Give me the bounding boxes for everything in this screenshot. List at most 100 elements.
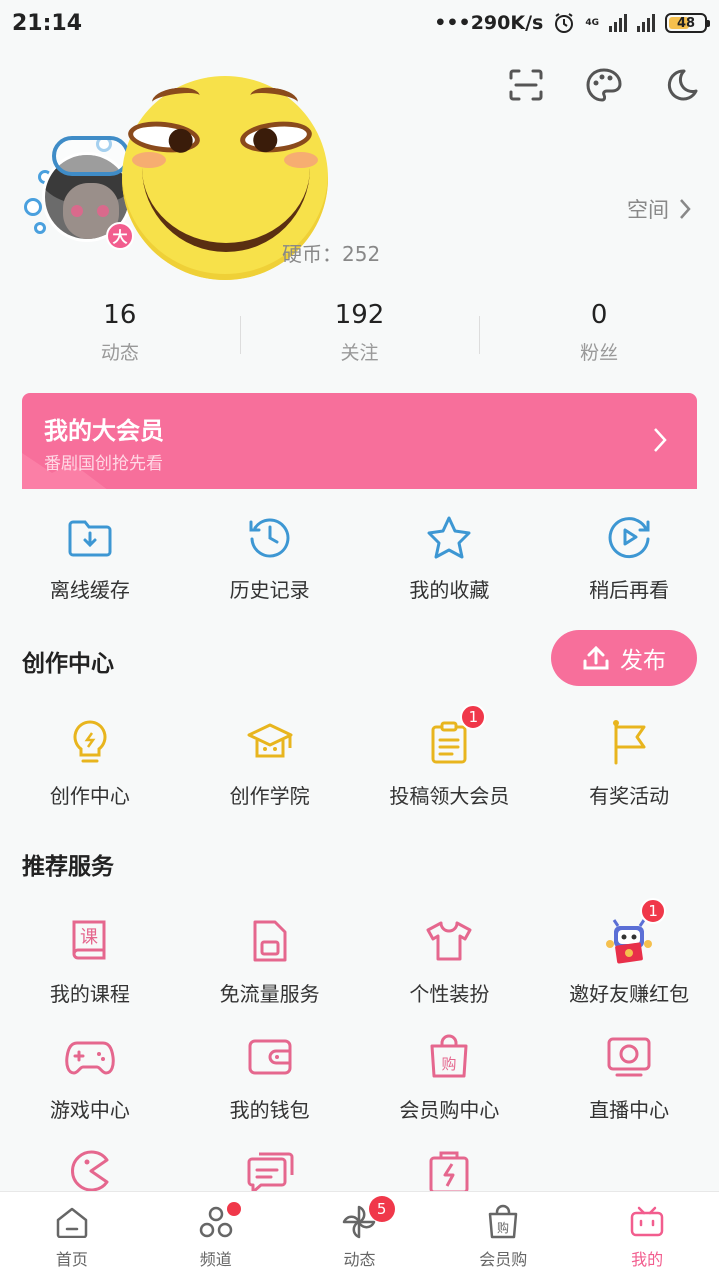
shopping-bag-icon: 购 — [424, 1032, 474, 1082]
sim-card-icon — [245, 916, 295, 966]
status-bar: 21:14 •••290K/s 4G 48 — [0, 0, 719, 46]
nav-me[interactable]: 我的 — [575, 1192, 719, 1279]
flag-icon — [604, 718, 654, 768]
wallet-icon — [245, 1032, 295, 1082]
stat-number: 16 — [103, 300, 137, 330]
my-wallet[interactable]: 我的钱包 — [180, 1032, 360, 1123]
reward-events[interactable]: 有奖活动 — [539, 718, 719, 809]
submit-for-vip[interactable]: 1 投稿领大会员 — [360, 704, 540, 809]
signal-icon — [609, 14, 627, 32]
graduation-cap-icon — [245, 718, 295, 768]
history[interactable]: 历史记录 — [180, 512, 360, 603]
notification-badge: 1 — [460, 704, 487, 730]
battery-level: 48 — [676, 15, 696, 31]
stat-posts[interactable]: 16 动态 — [0, 300, 240, 372]
coin-count: 硬币：252 — [282, 242, 381, 266]
course-glyph: 课 — [80, 927, 98, 948]
nav-vip-shop[interactable]: 购 会员购 — [431, 1192, 575, 1279]
publish-label: 发布 — [620, 648, 666, 674]
notification-badge: 5 — [368, 1196, 395, 1222]
creation-items: 创作中心 创作学院 1 投稿领大会员 有奖活动 — [0, 704, 719, 809]
live-tv-icon — [604, 1032, 654, 1082]
services-section-title: 推荐服务 — [22, 854, 114, 880]
service-label: 邀好友赚红包 — [569, 982, 690, 1006]
vip-badge: 大 — [106, 222, 134, 250]
quick-label: 稍后再看 — [589, 578, 670, 602]
service-partial-2[interactable] — [180, 1148, 360, 1191]
empty-slot — [539, 1148, 719, 1191]
services-row-1: 课 我的课程 免流量服务 个性装扮 1 邀好友赚红包 — [0, 898, 719, 1007]
quick-label: 历史记录 — [229, 578, 310, 602]
home-icon — [54, 1204, 90, 1240]
game-center[interactable]: 游戏中心 — [0, 1032, 180, 1123]
night-mode-icon[interactable] — [661, 64, 703, 106]
network-type: 4G — [585, 17, 599, 28]
lightbulb-icon — [65, 718, 115, 768]
nav-label: 动态 — [343, 1250, 376, 1269]
live-center[interactable]: 直播中心 — [539, 1032, 719, 1123]
vip-title: 我的大会员 — [44, 417, 164, 445]
data-free-service[interactable]: 免流量服务 — [180, 916, 360, 1007]
nav-label: 我的 — [631, 1250, 664, 1269]
mascot-redpacket-icon: 1 — [604, 898, 667, 966]
service-partial-3[interactable] — [360, 1148, 540, 1191]
invite-friends[interactable]: 1 邀好友赚红包 — [539, 898, 719, 1007]
stat-number: 192 — [334, 300, 385, 330]
history-icon — [245, 512, 295, 562]
quick-actions: 离线缓存 历史记录 我的收藏 稍后再看 — [0, 512, 719, 603]
my-courses[interactable]: 课 我的课程 — [0, 916, 180, 1007]
bubble-decoration — [24, 198, 42, 216]
nav-channels[interactable]: 频道 — [144, 1192, 288, 1279]
nav-dynamics[interactable]: 5 动态 — [288, 1192, 432, 1279]
creation-label: 创作中心 — [49, 784, 130, 808]
clipboard-icon: 1 — [424, 704, 487, 768]
divider — [239, 316, 241, 354]
notification-dot — [226, 1202, 241, 1216]
gamepad-icon — [65, 1032, 115, 1082]
personal-theme[interactable]: 个性装扮 — [360, 916, 540, 1007]
chat-bubbles-icon — [245, 1148, 295, 1191]
shop-glyph: 购 — [442, 1055, 457, 1073]
stat-following[interactable]: 192 关注 — [239, 300, 480, 372]
creator-center[interactable]: 创作中心 — [0, 718, 180, 809]
stat-label: 动态 — [100, 342, 139, 364]
battery-icon: 48 — [665, 13, 710, 33]
space-link[interactable]: 空间 — [627, 194, 691, 224]
star-icon — [424, 512, 474, 562]
favorites[interactable]: 我的收藏 — [360, 512, 540, 603]
divider — [479, 316, 481, 354]
status-indicators: •••290K/s 4G 48 — [434, 12, 710, 34]
creation-label: 投稿领大会员 — [389, 784, 510, 808]
offline-cache[interactable]: 离线缓存 — [0, 512, 180, 603]
tv-mascot-icon — [629, 1204, 665, 1240]
signal-icon-2 — [637, 14, 655, 32]
watch-later[interactable]: 稍后再看 — [539, 512, 719, 603]
vip-banner[interactable]: 我的大会员 番剧国创抢先看 — [22, 393, 697, 489]
profile-stats: 16 动态 192 关注 0 粉丝 — [0, 300, 719, 372]
service-partial-1[interactable] — [0, 1148, 180, 1191]
nav-home[interactable]: 首页 — [0, 1192, 144, 1279]
service-label: 直播中心 — [589, 1098, 670, 1122]
chevron-right-icon — [654, 428, 667, 452]
service-label: 个性装扮 — [409, 982, 490, 1006]
services-row-3 — [0, 1148, 719, 1191]
creation-section-title: 创作中心 — [22, 651, 114, 677]
header-actions — [505, 64, 703, 106]
publish-button[interactable]: 发布 — [551, 630, 697, 686]
palette-icon[interactable] — [583, 64, 625, 106]
notification-badge: 1 — [640, 898, 667, 924]
scan-icon[interactable] — [505, 64, 547, 106]
bubble-decoration — [34, 222, 46, 234]
pacman-icon — [65, 1148, 115, 1191]
space-label: 空间 — [627, 198, 669, 222]
creation-label: 有奖活动 — [589, 784, 670, 808]
vip-shop-center[interactable]: 购 会员购中心 — [360, 1032, 540, 1123]
shop-bag-icon: 购 — [485, 1204, 521, 1240]
stat-fans[interactable]: 0 粉丝 — [479, 300, 719, 372]
service-label: 我的课程 — [49, 982, 130, 1006]
creator-academy[interactable]: 创作学院 — [180, 718, 360, 809]
status-time: 21:14 — [12, 10, 83, 36]
service-label: 会员购中心 — [399, 1098, 500, 1122]
upload-icon — [583, 645, 609, 670]
battery-charge-icon — [424, 1148, 474, 1191]
